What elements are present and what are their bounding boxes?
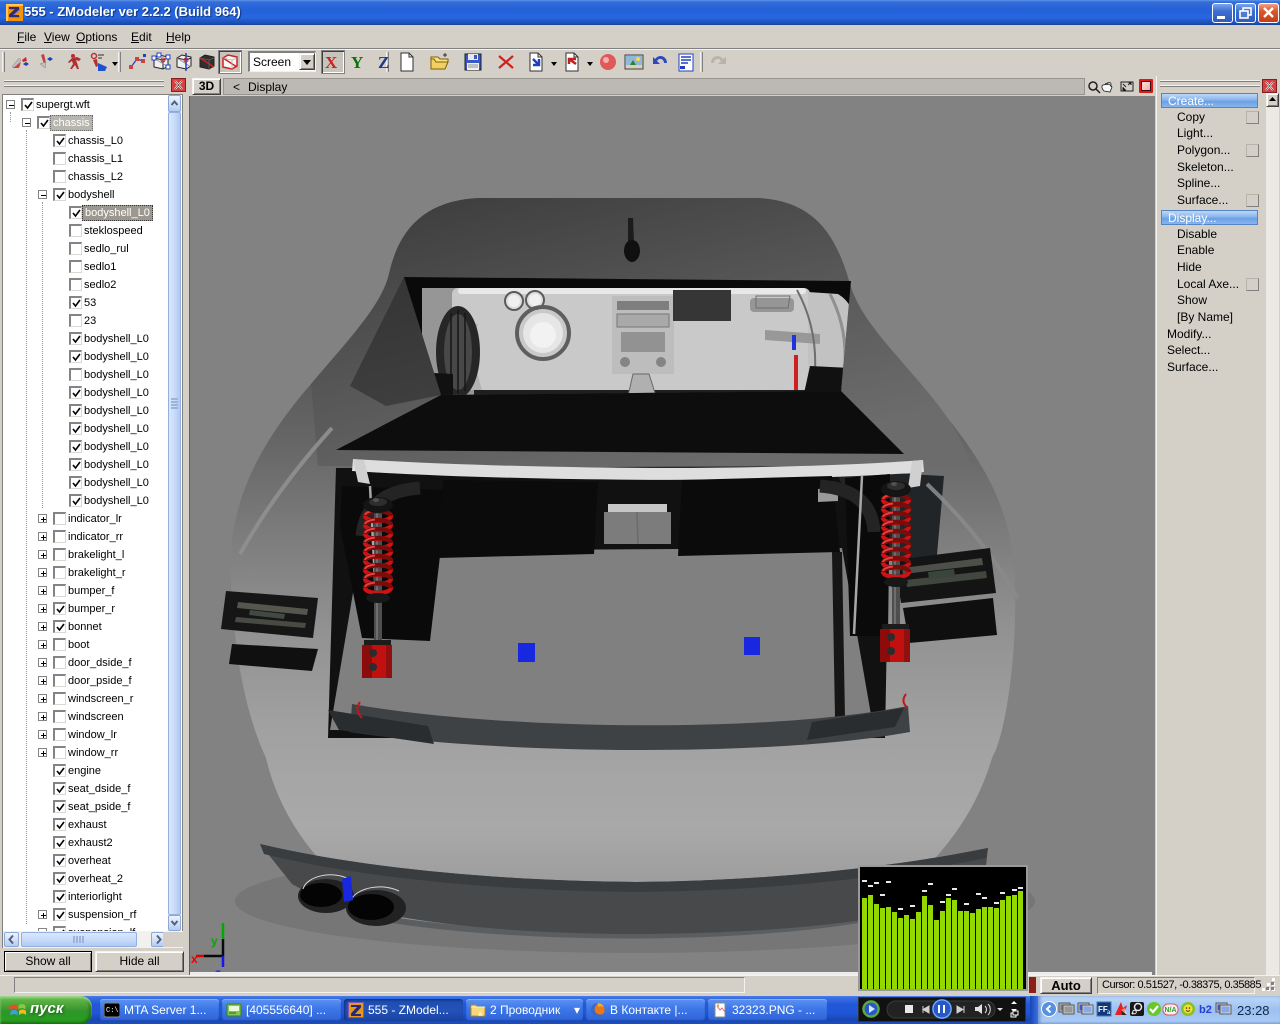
svg-text:N/A: N/A xyxy=(1165,1007,1177,1014)
svg-text:b2: b2 xyxy=(1199,1004,1212,1016)
svg-text:Y: Y xyxy=(351,53,363,72)
svg-text:X: X xyxy=(325,53,338,72)
svg-text:Z: Z xyxy=(378,53,389,72)
svg-text:x: x xyxy=(191,952,198,966)
svg-text:y: y xyxy=(211,934,218,948)
svg-text:C:\: C:\ xyxy=(106,1007,119,1015)
